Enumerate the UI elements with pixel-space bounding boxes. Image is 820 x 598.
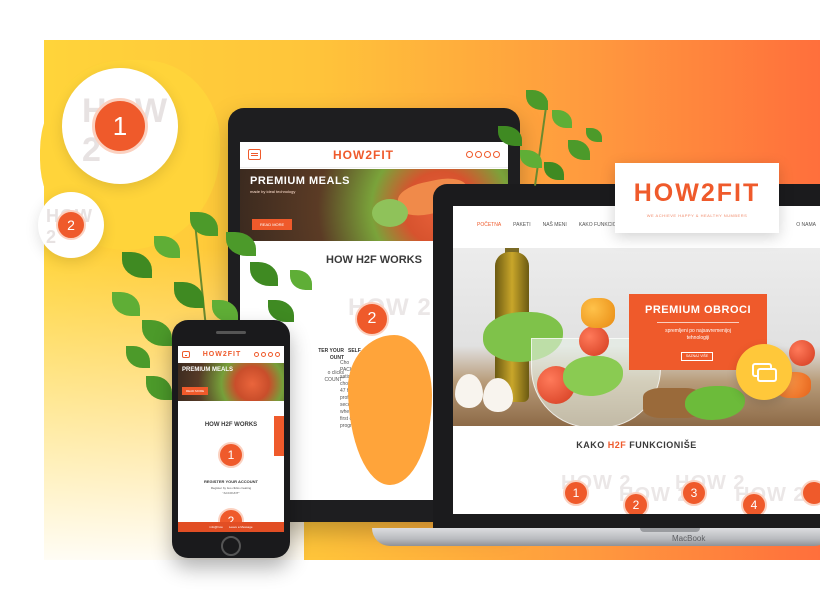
tablet-step-number: 2 <box>355 302 389 336</box>
nav-item-o-nama[interactable]: O NAMA <box>796 222 816 228</box>
laptop-section-title: KAKO H2F FUNKCIONIŠE <box>453 440 820 450</box>
laptop-step-1: 1 <box>563 480 589 506</box>
logo-card: HOW2FIT WE ACHIEVE HAPPY & HEALTHY NUMBE… <box>615 163 779 233</box>
section-title-highlight: H2F <box>607 440 627 450</box>
step-number-2: 2 <box>56 210 86 240</box>
menu-icon[interactable] <box>182 350 190 358</box>
macbook-label: MacBook <box>672 534 706 543</box>
floating-step-badge-2: HOW 2 2 <box>38 192 104 258</box>
tablet-step-title-left: TER YOUR OUNT <box>318 348 344 361</box>
laptop-base <box>372 528 820 546</box>
step-number-2-label: 2 <box>67 217 75 233</box>
chat-button[interactable] <box>736 344 792 400</box>
laptop-step-2: 2 <box>623 492 649 514</box>
phone-side-tab[interactable] <box>274 416 284 456</box>
hero-divider <box>657 322 739 323</box>
section-title-pre: KAKO <box>576 440 608 450</box>
phone-footer-email[interactable]: info@how <box>209 525 222 529</box>
phone-step-1-text: Register by two clicks creating "ACCOUNT… <box>210 486 252 495</box>
youtube-icon[interactable] <box>275 351 280 357</box>
menu-icon[interactable] <box>248 149 261 160</box>
phone-read-more-button[interactable]: READ MORE <box>182 387 209 395</box>
section-title-post: FUNKCIONIŠE <box>626 440 697 450</box>
social-icons <box>466 151 500 158</box>
phone-section-title: HOW H2F WORKS <box>204 422 258 428</box>
hero-saznaj-vise-button[interactable]: SAZNAJ VIŠE <box>681 352 713 361</box>
lettuce-image <box>685 386 745 420</box>
tomato-image <box>789 340 815 366</box>
tablet-step-text-left: o clicks COUNT" <box>324 370 344 383</box>
laptop-step-3: 3 <box>681 480 707 506</box>
pepper-image <box>581 298 615 328</box>
youtube-icon[interactable] <box>493 151 500 158</box>
tomato-image <box>579 326 609 356</box>
twitter-icon[interactable] <box>475 151 482 158</box>
phone-home-button[interactable] <box>221 536 241 556</box>
laptop-step-4-label: 4 <box>750 498 758 512</box>
laptop-notch <box>640 528 700 532</box>
tablet-banner-subtitle: made by ideal technology <box>250 189 296 194</box>
main-logo: HOW2FIT <box>633 179 761 207</box>
tablet-step-number-label: 2 <box>367 310 377 327</box>
floating-step-badge-1: HOW 2 1 <box>62 68 178 184</box>
phone-step-1: 1 <box>218 442 244 468</box>
nav-item-pocetna[interactable]: POČETNA <box>477 222 501 228</box>
tablet-read-more-button[interactable]: READ MORE <box>252 219 293 230</box>
nav-item-nas-meni[interactable]: NAŠ MENI <box>543 222 567 228</box>
facebook-icon[interactable] <box>254 351 259 357</box>
phone-footer-message[interactable]: Leave a Message <box>229 525 253 529</box>
hero-subtitle: spremljeni po najsavremenijoj tehnologij… <box>665 328 731 341</box>
hero-title: PREMIUM OBROCI <box>645 304 751 316</box>
logo-tagline: WE ACHIEVE HAPPY & HEALTHY NUMBERS <box>646 213 748 218</box>
phone-screen: HOW2FIT PREMIUM MEALS READ MORE HOW H2F … <box>178 346 284 532</box>
phone-footer: info@how Leave a Message <box>178 522 284 532</box>
laptop-step-partial <box>801 480 820 506</box>
phone-step-1-title: REGISTER YOUR ACCOUNT <box>203 479 258 484</box>
phone-device: HOW2FIT PREMIUM MEALS READ MORE HOW H2F … <box>172 320 290 558</box>
facebook-icon[interactable] <box>466 151 473 158</box>
tablet-banner-title: PREMIUM MEALS <box>250 175 350 187</box>
promo-stage: HOW 2 1 HOW 2 2 HOW2FIT <box>0 0 820 598</box>
phone-step-1-label: 1 <box>227 448 235 462</box>
chat-icon <box>757 368 777 382</box>
phone-speaker <box>216 331 246 334</box>
phone-hero-banner: PREMIUM MEALS READ MORE <box>178 363 284 401</box>
instagram-icon[interactable] <box>268 351 273 357</box>
laptop-step-3-label: 3 <box>690 486 698 500</box>
egg-image <box>483 378 513 412</box>
food-image <box>372 199 408 227</box>
nav-item-paketi[interactable]: PAKETI <box>513 222 530 228</box>
phone-banner-title: PREMIUM MEALS <box>182 367 233 373</box>
tablet-header: HOW2FIT <box>240 142 508 168</box>
step-number-1: 1 <box>92 98 148 154</box>
laptop-step-4: 4 <box>741 492 767 514</box>
twitter-icon[interactable] <box>261 351 266 357</box>
phone-header: HOW2FIT <box>178 346 284 362</box>
instagram-icon[interactable] <box>484 151 491 158</box>
egg-image <box>455 374 483 408</box>
social-icons <box>254 351 280 357</box>
laptop-step-2-label: 2 <box>632 498 640 512</box>
step-number-1-label: 1 <box>112 110 128 141</box>
phone-logo[interactable]: HOW2FIT <box>203 351 242 358</box>
tablet-logo[interactable]: HOW2FIT <box>333 148 394 162</box>
laptop-step-1-label: 1 <box>572 486 580 500</box>
